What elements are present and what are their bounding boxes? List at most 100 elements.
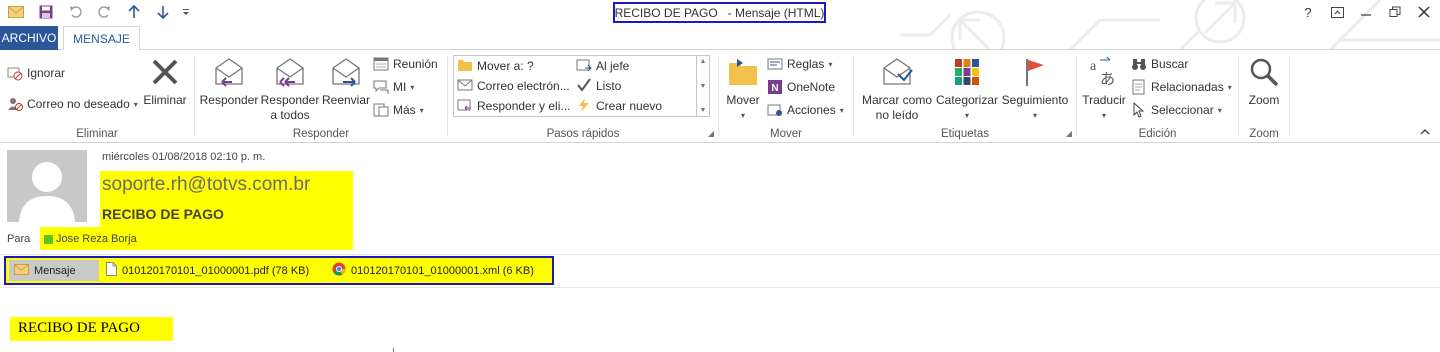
lightning-icon [576,97,592,115]
message-subject: RECIBO DE PAGO [102,206,224,222]
seguimiento-label: Seguimiento [1001,93,1069,107]
eliminar-button[interactable]: Eliminar [142,54,188,108]
quick-step-label: Mover a: ? [477,59,534,73]
group-label-responder: Responder [292,128,350,140]
seleccionar-button[interactable]: Seleccionar ▾ [1131,100,1222,120]
reunion-button[interactable]: Reunión [373,54,438,74]
attachment-item[interactable]: 010120170101_01000001.xml (6 KB) [332,260,534,281]
onenote-button[interactable]: N OneNote [767,77,835,97]
responder-button[interactable]: Responder [199,54,259,108]
flag-icon [1017,54,1053,90]
quick-step-label: Listo [596,79,622,93]
envelope-icon[interactable] [6,3,26,21]
reply-all-icon [272,54,308,90]
dropdown-caret-icon: ▾ [964,111,969,120]
reglas-label: Reglas [787,57,825,71]
message-tab-button[interactable]: Mensaje [9,260,99,281]
attachment-name: 010120170101_01000001.xml (6 KB) [351,264,534,277]
marcar-como-no-leido-button[interactable]: Marcar como no leído [858,54,936,123]
sender-address[interactable]: soporte.rh@totvs.com.br [102,174,310,196]
mi-button[interactable]: MI ▾ [373,77,414,97]
undo-icon[interactable] [66,3,86,21]
quick-step-correo-electronico[interactable]: Correo electrón... [457,76,570,96]
zoom-label: Zoom [1248,93,1280,107]
reunion-label: Reunión [393,57,438,71]
dialog-launcher-icon[interactable]: ◢ [1066,129,1072,138]
restore-icon[interactable] [1385,3,1405,21]
forward-icon [328,54,364,90]
quick-step-label: Crear nuevo [596,99,663,113]
ribbon-tabs: ARCHIVO MENSAJE [0,26,1440,51]
more-icon [373,102,389,118]
acciones-button[interactable]: Acciones ▾ [767,100,844,120]
correo-no-deseado-button[interactable]: Correo no deseado ▾ [7,94,138,114]
ignorar-button[interactable]: Ignorar [7,63,65,83]
mi-label: MI [393,80,407,94]
save-icon[interactable] [36,3,56,21]
quick-step-al-jefe[interactable]: Al jefe [576,56,629,76]
close-icon[interactable] [1414,3,1434,21]
categorizar-button[interactable]: Categorizar ▾ [934,54,1000,123]
mover-label: Mover [726,93,760,107]
customize-qat-icon[interactable] [176,3,196,21]
ribbon: Ignorar Correo no deseado ▾ Eliminar Eli… [0,50,1440,143]
group-etiquetas: Marcar como no leído Categorizar ▾ Segui… [854,50,1076,142]
seguimiento-button[interactable]: Seguimiento ▾ [1000,54,1070,123]
mas-button[interactable]: Más ▾ [373,100,424,120]
reenviar-button[interactable]: Reenviar [319,54,373,108]
quick-step-responder-y-eliminar[interactable]: Responder y eli... [457,96,570,116]
mark-unread-icon [879,54,915,90]
person-placeholder-icon [7,150,87,222]
tab-mensaje[interactable]: MENSAJE [63,26,140,51]
buscar-button[interactable]: Buscar [1131,54,1188,74]
attachment-item[interactable]: 010120170101_01000001.pdf (78 KB) [106,260,309,281]
acciones-label: Acciones [787,103,836,117]
categorize-icon [949,54,985,90]
traducir-label: Traducir [1082,93,1126,107]
quick-step-listo[interactable]: Listo [576,76,621,96]
dropdown-caret-icon: ▾ [740,111,745,120]
traducir-button[interactable]: aあ Traducir ▾ [1079,54,1129,123]
expand-gallery-icon[interactable]: ▼ [700,107,707,114]
dropdown-caret-icon: ▾ [1101,111,1106,120]
recipient[interactable]: Jose Reza Borja [44,233,137,245]
minimize-icon[interactable] [1356,3,1376,21]
tab-archivo[interactable]: ARCHIVO [0,26,58,50]
mas-label: Más [393,103,416,117]
reply-delete-icon [457,98,473,115]
avatar [7,150,87,222]
reenviar-label: Reenviar [321,93,371,107]
ignorar-label: Ignorar [27,66,66,80]
recipient-name: Jose Reza Borja [56,233,137,245]
previous-item-icon[interactable] [124,3,144,21]
next-item-icon[interactable] [153,3,173,21]
dropdown-caret-icon: ▾ [839,105,844,115]
help-icon[interactable]: ? [1298,3,1318,21]
svg-text:a: a [1090,59,1097,74]
zoom-button[interactable]: Zoom [1243,54,1285,108]
group-responder: Responder Responder a todos Reenviar Reu… [195,50,447,142]
quick-step-mover-a[interactable]: Mover a: ? [457,56,534,76]
mover-button[interactable]: Mover ▾ [723,54,763,123]
ribbon-display-icon[interactable] [1327,3,1347,21]
forward-to-manager-icon [576,58,592,75]
dialog-launcher-icon[interactable]: ◢ [708,129,714,138]
scroll-up-icon[interactable]: ▲ [700,58,707,65]
responder-a-todos-label-1: Responder [260,93,320,107]
select-cursor-icon [1131,102,1147,118]
quick-step-crear-nuevo[interactable]: Crear nuevo [576,96,662,116]
responder-a-todos-button[interactable]: Responder a todos [260,54,320,123]
rules-icon [767,56,783,72]
dropdown-caret-icon: ▾ [419,105,424,115]
relacionadas-button[interactable]: Relacionadas ▾ [1131,77,1232,97]
quick-steps-scrollbar[interactable]: ▲ ▼ ▼ [696,56,709,116]
reglas-button[interactable]: Reglas ▾ [767,54,832,74]
dropdown-caret-icon: ▾ [133,99,138,109]
categorizar-label: Categorizar [935,93,999,107]
magnifier-icon [1246,54,1282,90]
redo-icon[interactable] [94,3,114,21]
scroll-down-icon[interactable]: ▼ [700,83,707,90]
collapse-ribbon-icon[interactable] [1420,128,1430,139]
eliminar-label: Eliminar [143,93,187,107]
group-label-etiquetas: Etiquetas [941,128,989,140]
